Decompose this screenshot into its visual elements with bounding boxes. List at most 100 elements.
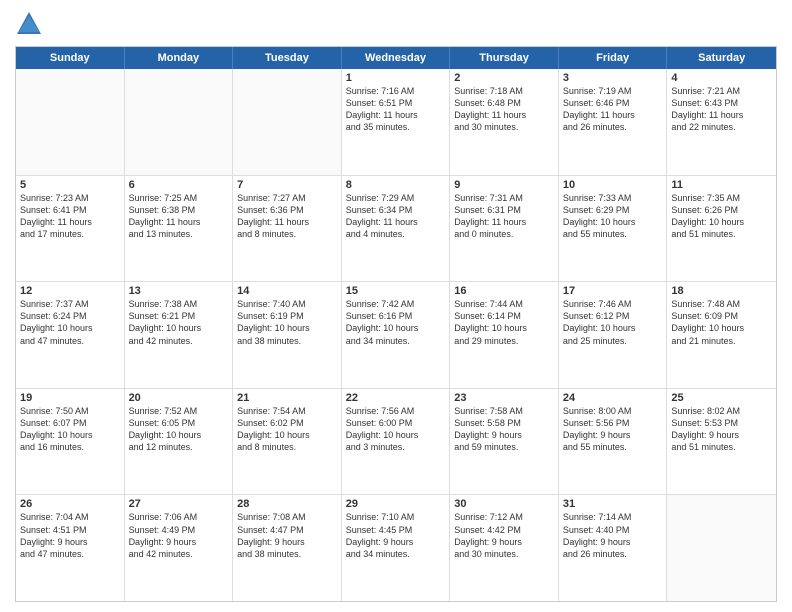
day-number: 10 bbox=[563, 179, 663, 191]
day-number: 23 bbox=[454, 392, 554, 404]
day-info: Sunrise: 7:23 AM Sunset: 6:41 PM Dayligh… bbox=[20, 192, 120, 241]
day-cell-7: 7Sunrise: 7:27 AM Sunset: 6:36 PM Daylig… bbox=[233, 176, 342, 282]
day-number: 8 bbox=[346, 179, 446, 191]
day-info: Sunrise: 7:31 AM Sunset: 6:31 PM Dayligh… bbox=[454, 192, 554, 241]
day-cell-16: 16Sunrise: 7:44 AM Sunset: 6:14 PM Dayli… bbox=[450, 282, 559, 388]
day-cell-28: 28Sunrise: 7:08 AM Sunset: 4:47 PM Dayli… bbox=[233, 495, 342, 601]
day-cell-23: 23Sunrise: 7:58 AM Sunset: 5:58 PM Dayli… bbox=[450, 389, 559, 495]
day-number: 18 bbox=[671, 285, 772, 297]
header-day-saturday: Saturday bbox=[667, 47, 776, 69]
day-cell-8: 8Sunrise: 7:29 AM Sunset: 6:34 PM Daylig… bbox=[342, 176, 451, 282]
day-number: 12 bbox=[20, 285, 120, 297]
calendar-body: 1Sunrise: 7:16 AM Sunset: 6:51 PM Daylig… bbox=[16, 69, 776, 601]
day-info: Sunrise: 7:50 AM Sunset: 6:07 PM Dayligh… bbox=[20, 405, 120, 454]
day-info: Sunrise: 7:58 AM Sunset: 5:58 PM Dayligh… bbox=[454, 405, 554, 454]
day-cell-25: 25Sunrise: 8:02 AM Sunset: 5:53 PM Dayli… bbox=[667, 389, 776, 495]
day-info: Sunrise: 7:18 AM Sunset: 6:48 PM Dayligh… bbox=[454, 85, 554, 134]
day-number: 6 bbox=[129, 179, 229, 191]
day-info: Sunrise: 7:16 AM Sunset: 6:51 PM Dayligh… bbox=[346, 85, 446, 134]
calendar-header: SundayMondayTuesdayWednesdayThursdayFrid… bbox=[16, 47, 776, 69]
day-info: Sunrise: 7:04 AM Sunset: 4:51 PM Dayligh… bbox=[20, 511, 120, 560]
day-info: Sunrise: 7:56 AM Sunset: 6:00 PM Dayligh… bbox=[346, 405, 446, 454]
day-number: 2 bbox=[454, 72, 554, 84]
day-number: 28 bbox=[237, 498, 337, 510]
day-cell-5: 5Sunrise: 7:23 AM Sunset: 6:41 PM Daylig… bbox=[16, 176, 125, 282]
day-number: 26 bbox=[20, 498, 120, 510]
day-info: Sunrise: 7:35 AM Sunset: 6:26 PM Dayligh… bbox=[671, 192, 772, 241]
day-info: Sunrise: 7:06 AM Sunset: 4:49 PM Dayligh… bbox=[129, 511, 229, 560]
day-info: Sunrise: 7:29 AM Sunset: 6:34 PM Dayligh… bbox=[346, 192, 446, 241]
logo-icon bbox=[15, 10, 43, 38]
day-number: 27 bbox=[129, 498, 229, 510]
day-cell-12: 12Sunrise: 7:37 AM Sunset: 6:24 PM Dayli… bbox=[16, 282, 125, 388]
day-cell-9: 9Sunrise: 7:31 AM Sunset: 6:31 PM Daylig… bbox=[450, 176, 559, 282]
day-cell-19: 19Sunrise: 7:50 AM Sunset: 6:07 PM Dayli… bbox=[16, 389, 125, 495]
calendar-row-2: 5Sunrise: 7:23 AM Sunset: 6:41 PM Daylig… bbox=[16, 176, 776, 283]
day-number: 1 bbox=[346, 72, 446, 84]
calendar: SundayMondayTuesdayWednesdayThursdayFrid… bbox=[15, 46, 777, 602]
day-cell-27: 27Sunrise: 7:06 AM Sunset: 4:49 PM Dayli… bbox=[125, 495, 234, 601]
day-cell-15: 15Sunrise: 7:42 AM Sunset: 6:16 PM Dayli… bbox=[342, 282, 451, 388]
day-number: 7 bbox=[237, 179, 337, 191]
day-cell-21: 21Sunrise: 7:54 AM Sunset: 6:02 PM Dayli… bbox=[233, 389, 342, 495]
day-info: Sunrise: 7:42 AM Sunset: 6:16 PM Dayligh… bbox=[346, 298, 446, 347]
day-info: Sunrise: 8:00 AM Sunset: 5:56 PM Dayligh… bbox=[563, 405, 663, 454]
day-number: 24 bbox=[563, 392, 663, 404]
day-info: Sunrise: 7:10 AM Sunset: 4:45 PM Dayligh… bbox=[346, 511, 446, 560]
day-info: Sunrise: 7:19 AM Sunset: 6:46 PM Dayligh… bbox=[563, 85, 663, 134]
day-number: 31 bbox=[563, 498, 663, 510]
empty-cell bbox=[125, 69, 234, 175]
day-info: Sunrise: 7:12 AM Sunset: 4:42 PM Dayligh… bbox=[454, 511, 554, 560]
empty-cell bbox=[233, 69, 342, 175]
day-info: Sunrise: 7:33 AM Sunset: 6:29 PM Dayligh… bbox=[563, 192, 663, 241]
day-cell-29: 29Sunrise: 7:10 AM Sunset: 4:45 PM Dayli… bbox=[342, 495, 451, 601]
day-number: 9 bbox=[454, 179, 554, 191]
day-number: 13 bbox=[129, 285, 229, 297]
day-info: Sunrise: 7:44 AM Sunset: 6:14 PM Dayligh… bbox=[454, 298, 554, 347]
day-cell-26: 26Sunrise: 7:04 AM Sunset: 4:51 PM Dayli… bbox=[16, 495, 125, 601]
day-cell-24: 24Sunrise: 8:00 AM Sunset: 5:56 PM Dayli… bbox=[559, 389, 668, 495]
day-info: Sunrise: 7:25 AM Sunset: 6:38 PM Dayligh… bbox=[129, 192, 229, 241]
day-cell-20: 20Sunrise: 7:52 AM Sunset: 6:05 PM Dayli… bbox=[125, 389, 234, 495]
day-number: 5 bbox=[20, 179, 120, 191]
day-number: 4 bbox=[671, 72, 772, 84]
day-info: Sunrise: 7:46 AM Sunset: 6:12 PM Dayligh… bbox=[563, 298, 663, 347]
calendar-row-5: 26Sunrise: 7:04 AM Sunset: 4:51 PM Dayli… bbox=[16, 495, 776, 601]
logo bbox=[15, 10, 47, 38]
calendar-row-1: 1Sunrise: 7:16 AM Sunset: 6:51 PM Daylig… bbox=[16, 69, 776, 176]
day-cell-30: 30Sunrise: 7:12 AM Sunset: 4:42 PM Dayli… bbox=[450, 495, 559, 601]
header-day-friday: Friday bbox=[559, 47, 668, 69]
day-number: 15 bbox=[346, 285, 446, 297]
day-number: 14 bbox=[237, 285, 337, 297]
day-cell-10: 10Sunrise: 7:33 AM Sunset: 6:29 PM Dayli… bbox=[559, 176, 668, 282]
day-info: Sunrise: 7:38 AM Sunset: 6:21 PM Dayligh… bbox=[129, 298, 229, 347]
day-cell-18: 18Sunrise: 7:48 AM Sunset: 6:09 PM Dayli… bbox=[667, 282, 776, 388]
day-cell-6: 6Sunrise: 7:25 AM Sunset: 6:38 PM Daylig… bbox=[125, 176, 234, 282]
day-number: 16 bbox=[454, 285, 554, 297]
day-number: 22 bbox=[346, 392, 446, 404]
day-info: Sunrise: 8:02 AM Sunset: 5:53 PM Dayligh… bbox=[671, 405, 772, 454]
day-number: 17 bbox=[563, 285, 663, 297]
day-info: Sunrise: 7:14 AM Sunset: 4:40 PM Dayligh… bbox=[563, 511, 663, 560]
day-number: 30 bbox=[454, 498, 554, 510]
day-info: Sunrise: 7:37 AM Sunset: 6:24 PM Dayligh… bbox=[20, 298, 120, 347]
day-cell-13: 13Sunrise: 7:38 AM Sunset: 6:21 PM Dayli… bbox=[125, 282, 234, 388]
day-info: Sunrise: 7:27 AM Sunset: 6:36 PM Dayligh… bbox=[237, 192, 337, 241]
day-cell-11: 11Sunrise: 7:35 AM Sunset: 6:26 PM Dayli… bbox=[667, 176, 776, 282]
day-cell-3: 3Sunrise: 7:19 AM Sunset: 6:46 PM Daylig… bbox=[559, 69, 668, 175]
day-cell-31: 31Sunrise: 7:14 AM Sunset: 4:40 PM Dayli… bbox=[559, 495, 668, 601]
day-number: 19 bbox=[20, 392, 120, 404]
day-info: Sunrise: 7:48 AM Sunset: 6:09 PM Dayligh… bbox=[671, 298, 772, 347]
day-info: Sunrise: 7:21 AM Sunset: 6:43 PM Dayligh… bbox=[671, 85, 772, 134]
day-info: Sunrise: 7:52 AM Sunset: 6:05 PM Dayligh… bbox=[129, 405, 229, 454]
header-day-tuesday: Tuesday bbox=[233, 47, 342, 69]
day-number: 25 bbox=[671, 392, 772, 404]
day-cell-14: 14Sunrise: 7:40 AM Sunset: 6:19 PM Dayli… bbox=[233, 282, 342, 388]
day-number: 3 bbox=[563, 72, 663, 84]
header-day-sunday: Sunday bbox=[16, 47, 125, 69]
header bbox=[15, 10, 777, 38]
day-info: Sunrise: 7:08 AM Sunset: 4:47 PM Dayligh… bbox=[237, 511, 337, 560]
day-cell-17: 17Sunrise: 7:46 AM Sunset: 6:12 PM Dayli… bbox=[559, 282, 668, 388]
empty-cell bbox=[667, 495, 776, 601]
day-cell-22: 22Sunrise: 7:56 AM Sunset: 6:00 PM Dayli… bbox=[342, 389, 451, 495]
